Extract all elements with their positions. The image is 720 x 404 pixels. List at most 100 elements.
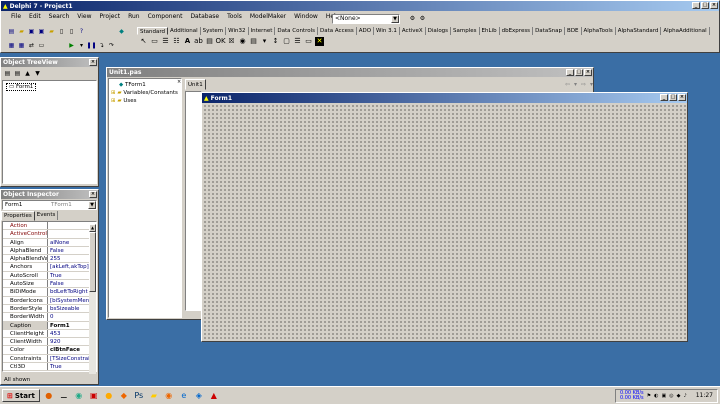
tray-icon[interactable]: ◐ xyxy=(654,393,658,399)
palette-tab-data-access[interactable]: Data Access xyxy=(318,27,357,35)
palette-tab-win-3-1[interactable]: Win 3.1 xyxy=(374,27,400,35)
edit-icon[interactable]: ab xyxy=(194,37,203,46)
palette-tab-ado[interactable]: ADO xyxy=(357,27,375,35)
property-row[interactable]: Anchors [akLeft,akTop] xyxy=(3,263,96,272)
palette-tab-ehlib[interactable]: EhLib xyxy=(480,27,500,35)
start-button[interactable]: ⊞ Start xyxy=(2,389,40,402)
menu-item-database[interactable]: Database xyxy=(186,13,223,20)
property-row[interactable]: BorderWidth 0 xyxy=(3,313,96,322)
tray-icon[interactable]: ◆ xyxy=(677,393,681,399)
property-row[interactable]: AutoSize False xyxy=(3,280,96,289)
editor-maximize-button[interactable]: □ xyxy=(575,69,583,76)
component-package-icon[interactable]: ◆ xyxy=(117,27,126,36)
treeview-tool2-icon[interactable]: ▤ xyxy=(13,69,22,78)
form-minimize-button[interactable]: _ xyxy=(660,94,668,101)
menu-item-modelmaker[interactable]: ModelMaker xyxy=(246,13,290,20)
run-dropdown-icon[interactable]: ▾ xyxy=(77,41,86,50)
palette-tab-samples[interactable]: Samples xyxy=(451,27,480,35)
tray-icon[interactable]: ▣ xyxy=(662,393,667,399)
panel-icon[interactable]: ▭ xyxy=(304,37,313,46)
palette-tab-dialogs[interactable]: Dialogs xyxy=(426,27,452,35)
remove-file-icon[interactable]: ▯ xyxy=(57,27,66,36)
tab-properties[interactable]: Properties xyxy=(1,211,35,221)
treeview-item[interactable]: ▭ Form1 xyxy=(6,83,37,91)
property-row[interactable]: ActiveControl xyxy=(3,230,96,239)
trace-into-icon[interactable]: ↴ xyxy=(97,41,106,50)
new-icon[interactable]: ▤ xyxy=(7,27,16,36)
quicklaunch-firefox2-icon[interactable]: ◉ xyxy=(163,390,175,402)
palette-tab-additional[interactable]: Additional xyxy=(168,27,201,35)
chevron-down-icon[interactable]: ▼ xyxy=(88,201,96,209)
checkbox-icon[interactable]: ☒ xyxy=(227,37,236,46)
menu-item-project[interactable]: Project xyxy=(96,13,125,20)
property-row[interactable]: AlphaBlend False xyxy=(3,246,96,256)
save-icon[interactable]: ▣ xyxy=(27,27,36,36)
new-form-icon[interactable]: ▭ xyxy=(37,41,46,50)
inspector-close-button[interactable]: × xyxy=(89,191,97,198)
maximize-button[interactable]: □ xyxy=(701,2,709,9)
scroll-thumb[interactable] xyxy=(89,232,96,292)
quicklaunch-media-icon[interactable]: ● xyxy=(103,390,115,402)
property-row[interactable]: BiDiMode bdLeftToRight xyxy=(3,288,96,297)
quicklaunch-app-icon[interactable]: ▣ xyxy=(88,390,100,402)
quicklaunch-network-icon[interactable]: ◈ xyxy=(193,390,205,402)
object-selector[interactable]: Form1 TForm1 ▼ xyxy=(2,200,97,210)
palette-tab-win32[interactable]: Win32 xyxy=(226,27,249,35)
open-project-icon[interactable]: ▰ xyxy=(47,27,56,36)
palette-tab-alphatools[interactable]: AlphaTools xyxy=(582,27,616,35)
back-arrow-icon[interactable]: ⇦ xyxy=(565,81,570,88)
help-icon[interactable]: ? xyxy=(77,27,86,36)
add-file-icon[interactable]: ▯ xyxy=(67,27,76,36)
arrow-down-icon[interactable]: ▼ xyxy=(33,69,42,78)
menu-item-component[interactable]: Component xyxy=(144,13,187,20)
quicklaunch-tool-icon[interactable]: ⚊ xyxy=(58,390,70,402)
combobox-icon[interactable]: ▾ xyxy=(260,37,269,46)
step-over-icon[interactable]: ↷ xyxy=(107,41,116,50)
arrow-up-icon[interactable]: ▲ xyxy=(23,69,32,78)
editor-minimize-button[interactable]: _ xyxy=(566,69,574,76)
menu-item-edit[interactable]: Edit xyxy=(25,13,45,20)
menu-item-search[interactable]: Search xyxy=(45,13,74,20)
save-all-icon[interactable]: ▣ xyxy=(37,27,46,36)
palette-tab-standard[interactable]: Standard xyxy=(137,27,169,35)
property-row[interactable]: Constraints [TSizeConstraint xyxy=(3,354,96,364)
view-form-icon[interactable]: ▦ xyxy=(17,41,26,50)
property-row[interactable]: BorderIcons [biSystemMenu, xyxy=(3,296,96,305)
menu-item-tools[interactable]: Tools xyxy=(223,13,246,20)
menu-item-run[interactable]: Run xyxy=(124,13,144,20)
forward-arrow-icon[interactable]: ⇨ xyxy=(581,81,586,88)
object-inspector-icon[interactable]: ⚙ xyxy=(418,14,427,23)
radio-button-icon[interactable]: ◉ xyxy=(238,37,247,46)
property-row[interactable]: AlphaBlendVal 255 xyxy=(3,255,96,264)
treeview-tool-icon[interactable]: ▤ xyxy=(3,69,12,78)
palette-tab-data-controls[interactable]: Data Controls xyxy=(275,27,318,35)
palette-tab-datasnap[interactable]: DataSnap xyxy=(533,27,566,35)
code-tree-item[interactable]: ⊞ ▰ Uses xyxy=(111,97,179,105)
main-menu-icon[interactable]: ☰ xyxy=(161,37,170,46)
editor-close-button[interactable]: × xyxy=(584,69,592,76)
button-icon[interactable]: OK xyxy=(215,37,225,46)
menu-item-view[interactable]: View xyxy=(73,13,95,20)
open-icon[interactable]: ▰ xyxy=(17,27,26,36)
code-tree-item[interactable]: ⊞ ▰ Variables/Constants xyxy=(111,89,179,97)
quicklaunch-ie-icon[interactable]: e xyxy=(178,390,190,402)
pause-icon[interactable]: ❚❚ xyxy=(86,41,97,50)
quicklaunch-delphi-icon[interactable]: ▲ xyxy=(208,390,220,402)
property-row[interactable]: Color clBtnFace xyxy=(3,346,96,355)
toggle-form-unit-icon[interactable]: ⇄ xyxy=(27,41,36,50)
quicklaunch-chrome-icon[interactable]: ◉ xyxy=(73,390,85,402)
property-row[interactable]: Ctl3D True xyxy=(3,363,96,371)
tray-icon[interactable]: ⚑ xyxy=(647,393,651,399)
listbox-icon[interactable]: ▤ xyxy=(249,37,258,46)
object-list-icon[interactable]: ⚙ xyxy=(408,14,417,23)
palette-tab-system[interactable]: System xyxy=(201,27,227,35)
palette-tab-dbexpress[interactable]: dbExpress xyxy=(500,27,534,35)
tray-icon[interactable]: ◎ xyxy=(669,393,673,399)
minimize-button[interactable]: _ xyxy=(692,2,700,9)
property-row[interactable]: BorderStyle bsSizeable xyxy=(3,304,96,314)
scrollbar-icon[interactable]: ↕ xyxy=(271,37,280,46)
menu-item-file[interactable]: File xyxy=(7,13,25,20)
close-button[interactable]: × xyxy=(710,2,718,9)
pointer-icon[interactable]: ↖ xyxy=(139,37,148,46)
property-row[interactable]: Align alNone xyxy=(3,238,96,247)
